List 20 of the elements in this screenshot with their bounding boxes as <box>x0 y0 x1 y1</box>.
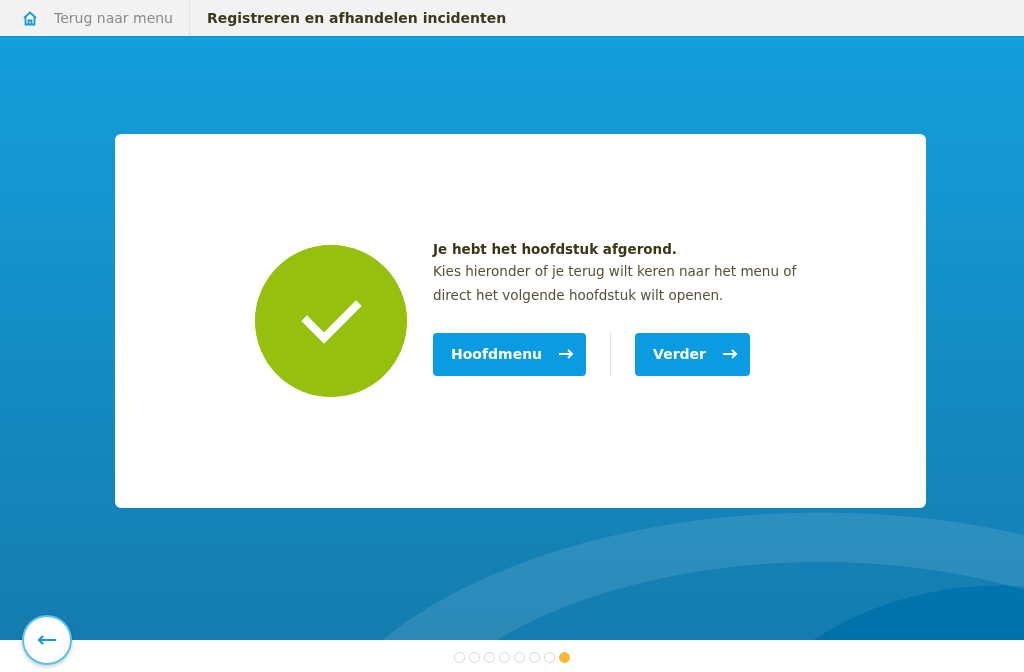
right-arrow-icon <box>558 349 575 360</box>
back-to-menu-link[interactable]: Terug naar menu <box>0 0 190 36</box>
right-arrow-icon <box>722 349 738 360</box>
back-button[interactable] <box>22 615 72 665</box>
message-body: Kies hieronder of je terug wilt keren naar het menu of direct het volgende hoofdstuk wilt openen. <box>433 262 798 306</box>
page-dot[interactable] <box>499 652 510 663</box>
page-dot[interactable] <box>559 652 570 663</box>
checkmark-icon <box>255 245 407 397</box>
page-dot[interactable] <box>544 652 555 663</box>
message-heading: Je hebt het hoofdstuk afgerond. <box>433 239 678 259</box>
page-dot[interactable] <box>514 652 525 663</box>
left-arrow-icon <box>37 635 57 645</box>
main-menu-button[interactable]: Hoofdmenu <box>433 332 587 376</box>
page-dot[interactable] <box>469 652 480 663</box>
page-dot[interactable] <box>529 652 540 663</box>
home-icon <box>22 10 38 26</box>
next-button[interactable]: Verder <box>635 332 750 376</box>
page-title: Registreren en afhandelen incidenten <box>206 8 507 28</box>
page-dot[interactable] <box>454 652 465 663</box>
page-dot[interactable] <box>484 652 495 663</box>
